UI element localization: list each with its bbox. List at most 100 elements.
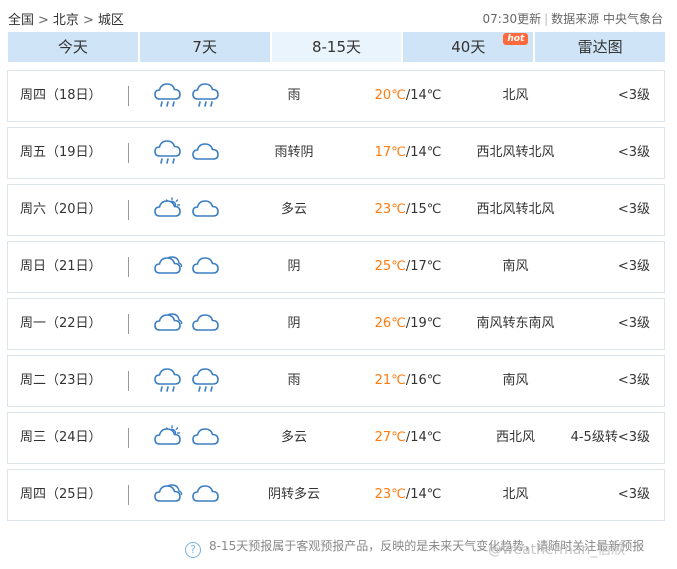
wind-direction: 北风 xyxy=(502,88,529,103)
weather-text: 多云 xyxy=(280,430,307,445)
day-label: 周五（19日） xyxy=(20,145,102,160)
temperature: 27℃/14℃ xyxy=(358,413,458,463)
high-temp: 17℃ xyxy=(374,145,406,160)
breadcrumb-separator: > xyxy=(82,13,94,28)
forecast-row: 周一（22日） 阴 26℃/19℃ 南风转东南风 <3级 xyxy=(7,298,665,350)
wind-level: <3级 xyxy=(617,316,650,331)
day-label: 周四（18日） xyxy=(20,88,102,103)
forecast-tabs: 今天 7天 8-15天 40天 hot 雷达图 xyxy=(8,32,665,62)
high-temp: 20℃ xyxy=(374,88,406,103)
forecast-row: 周五（19日） 雨转阴 17℃/14℃ 西北风转北风 <3级 xyxy=(7,127,665,179)
overcast-icon xyxy=(153,309,183,339)
question-icon[interactable]: ? xyxy=(185,542,201,558)
source-name: 中央气象台 xyxy=(602,12,663,26)
tab-40-days[interactable]: 40天 hot xyxy=(403,32,534,62)
low-temp: /15℃ xyxy=(405,202,442,217)
day-label: 周一（22日） xyxy=(20,316,102,331)
breadcrumb-separator: > xyxy=(38,13,49,28)
weather-icons xyxy=(153,413,223,463)
cloudy-night-icon xyxy=(191,480,221,510)
high-temp: 27℃ xyxy=(374,430,406,445)
hot-badge: hot xyxy=(503,33,529,45)
temperature: 21℃/16℃ xyxy=(358,356,458,406)
forecast-list: 周四（18日） 雨 20℃/14℃ 北风 <3级 周五（19日） 雨转阴 17℃… xyxy=(7,70,665,526)
cloudy-night-icon xyxy=(191,252,221,282)
divider xyxy=(128,200,129,220)
rain-cloud-icon xyxy=(153,138,183,168)
temperature: 20℃/14℃ xyxy=(358,71,458,121)
forecast-row: 周四（25日） 阴转多云 23℃/14℃ 北风 <3级 xyxy=(7,469,665,521)
day-label: 周六（20日） xyxy=(20,202,102,217)
overcast-icon xyxy=(153,480,183,510)
low-temp: /14℃ xyxy=(405,487,442,502)
breadcrumb-item-district[interactable]: 城区 xyxy=(98,13,124,28)
weather-text: 阴 xyxy=(287,259,301,274)
temperature: 26℃/19℃ xyxy=(358,299,458,349)
tab-today[interactable]: 今天 xyxy=(8,32,138,62)
forecast-row: 周四（18日） 雨 20℃/14℃ 北风 <3级 xyxy=(7,70,665,122)
breadcrumb: 全国 > 北京 > 城区 xyxy=(8,9,124,28)
wind-direction: 西北风转北风 xyxy=(476,145,555,160)
rain-cloud-icon xyxy=(191,81,221,111)
high-temp: 23℃ xyxy=(374,202,406,217)
forecast-row: 周日（21日） 阴 25℃/17℃ 南风 <3级 xyxy=(7,241,665,293)
wind-level: 4-5级转<3级 xyxy=(570,430,650,445)
weather-icons xyxy=(153,470,223,520)
divider xyxy=(128,371,129,391)
top-bar: 全国 > 北京 > 城区 07:30更新 | 数据来源 中央气象台 xyxy=(8,8,663,28)
divider xyxy=(128,314,129,334)
update-time: 07:30更新 xyxy=(482,12,542,26)
wind-level: <3级 xyxy=(617,202,650,217)
wind-direction: 北风 xyxy=(502,487,529,502)
forecast-row: 周二（23日） 雨 21℃/16℃ 南风 <3级 xyxy=(7,355,665,407)
tab-radar[interactable]: 雷达图 xyxy=(535,32,665,62)
weather-icons xyxy=(153,299,223,349)
low-temp: /17℃ xyxy=(405,259,442,274)
weather-icons xyxy=(153,185,223,235)
weather-icons xyxy=(153,356,223,406)
weather-text: 雨转阴 xyxy=(274,145,314,160)
rain-cloud-icon xyxy=(153,81,183,111)
weather-text: 雨 xyxy=(287,88,301,103)
low-temp: /14℃ xyxy=(405,430,442,445)
rain-cloud-icon xyxy=(153,366,183,396)
high-temp: 21℃ xyxy=(374,373,406,388)
day-label: 周二（23日） xyxy=(20,373,102,388)
day-label: 周三（24日） xyxy=(20,430,102,445)
day-label: 周日（21日） xyxy=(20,259,102,274)
tab-8-15-days[interactable]: 8-15天 xyxy=(271,32,402,62)
weather-text: 雨 xyxy=(287,373,301,388)
weather-icons xyxy=(153,71,223,121)
partly-cloudy-day-icon xyxy=(153,423,183,453)
divider xyxy=(128,428,129,448)
high-temp: 23℃ xyxy=(374,487,406,502)
wind-level: <3级 xyxy=(617,373,650,388)
breadcrumb-item-country[interactable]: 全国 xyxy=(8,13,34,28)
divider xyxy=(128,86,129,106)
wind-direction: 南风 xyxy=(502,373,529,388)
wind-level: <3级 xyxy=(617,145,650,160)
tab-7-days[interactable]: 7天 xyxy=(139,32,270,62)
temperature: 17℃/14℃ xyxy=(358,128,458,178)
weather-text: 阴 xyxy=(287,316,301,331)
high-temp: 26℃ xyxy=(374,316,406,331)
low-temp: /14℃ xyxy=(405,145,442,160)
temperature: 25℃/17℃ xyxy=(358,242,458,292)
wind-direction: 南风 xyxy=(502,259,529,274)
weather-icons xyxy=(153,128,223,178)
source-label: 数据来源 xyxy=(551,12,600,26)
divider xyxy=(128,257,129,277)
low-temp: /19℃ xyxy=(405,316,442,331)
cloudy-night-icon xyxy=(191,138,221,168)
temperature: 23℃/15℃ xyxy=(358,185,458,235)
low-temp: /16℃ xyxy=(405,373,442,388)
weather-icons xyxy=(153,242,223,292)
wind-level: <3级 xyxy=(617,88,650,103)
divider xyxy=(128,143,129,163)
rain-cloud-icon xyxy=(191,366,221,396)
forecast-row: 周三（24日） 多云 27℃/14℃ 西北风 4-5级转<3级 xyxy=(7,412,665,464)
breadcrumb-item-city[interactable]: 北京 xyxy=(53,13,79,28)
high-temp: 25℃ xyxy=(374,259,406,274)
low-temp: /14℃ xyxy=(405,88,442,103)
cloudy-night-icon xyxy=(191,309,221,339)
